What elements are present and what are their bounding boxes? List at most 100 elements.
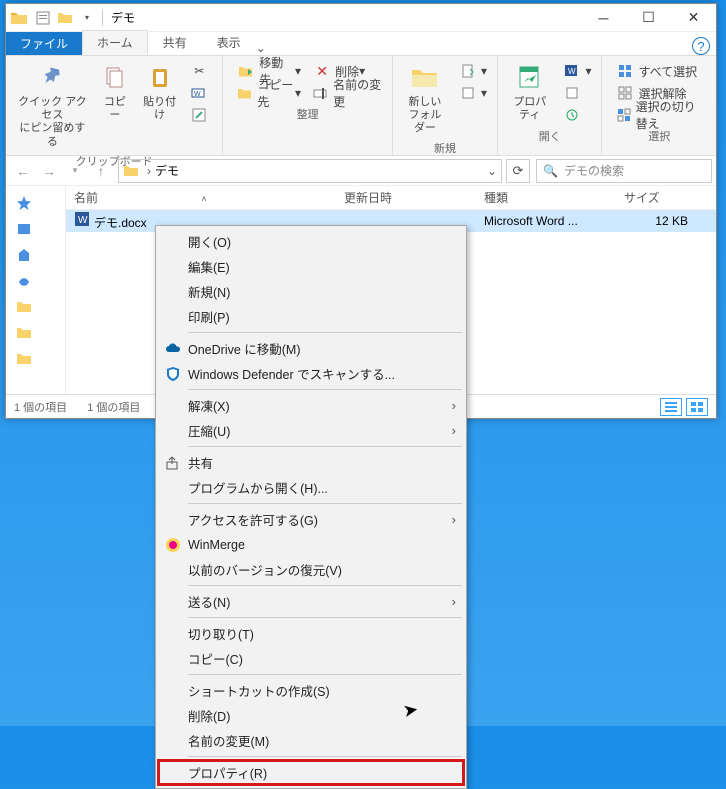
path-icon: W <box>190 85 208 101</box>
ribbon: クイック アクセス にピン留めする コピー 貼り付け ✂ W クリップボード <box>6 56 716 156</box>
defender-icon <box>164 365 182 383</box>
ctx-item-label: WinMerge <box>188 538 245 552</box>
sidebar-item-1[interactable] <box>6 216 65 242</box>
ctx-item-25[interactable]: 名前の変更(M) <box>158 728 464 753</box>
ctx-separator <box>188 585 462 586</box>
folder-icon <box>10 10 28 26</box>
history-button[interactable] <box>559 104 595 126</box>
sidebar-item-5[interactable] <box>6 320 65 346</box>
ctx-item-1[interactable]: 編集(E) <box>158 254 464 279</box>
ctx-item-23[interactable]: ショートカットの作成(S) <box>158 678 464 703</box>
open-button[interactable]: W▾ <box>559 60 595 82</box>
ctx-item-11[interactable]: 共有 <box>158 450 464 475</box>
tab-view[interactable]: 表示 <box>202 30 256 55</box>
invertselect-button[interactable]: 選択の切り替え <box>612 104 710 126</box>
ctx-item-18[interactable]: 送る(N)› <box>158 589 464 614</box>
addr-dropdown-icon[interactable]: ⌄ <box>487 164 497 178</box>
help-button[interactable]: ? <box>692 37 710 55</box>
easyaccess-button[interactable]: ▾ <box>455 82 491 104</box>
tab-home[interactable]: ホーム <box>82 30 148 55</box>
ctx-item-label: 名前の変更(M) <box>188 731 269 750</box>
window-title: デモ <box>111 9 135 26</box>
copyto-button[interactable]: コピー先 ▾ <box>233 82 305 104</box>
properties-button[interactable]: プロパティ <box>504 60 555 124</box>
copypath-button[interactable]: W <box>186 82 216 104</box>
ctx-item-label: Windows Defender でスキャンする... <box>188 364 395 383</box>
col-type[interactable]: 種類 <box>476 186 616 209</box>
ctx-separator <box>188 674 462 675</box>
ctx-item-label: 削除(D) <box>188 706 230 725</box>
qat-dropdown-icon[interactable]: ▾ <box>79 10 95 26</box>
edit-icon <box>563 85 581 101</box>
selectall-button[interactable]: すべて選択 <box>612 60 710 82</box>
selectnone-icon <box>616 85 634 101</box>
ctx-item-14[interactable]: アクセスを許可する(G)› <box>158 507 464 532</box>
chevron-right-icon[interactable]: › <box>147 164 151 178</box>
maximize-button[interactable]: ☐ <box>626 4 671 32</box>
pin-to-quickaccess-button[interactable]: クイック アクセス にピン留めする <box>12 60 93 151</box>
sidebar-item-3[interactable] <box>6 268 65 294</box>
qat-properties-icon[interactable] <box>35 10 51 26</box>
ctx-item-3[interactable]: 印刷(P) <box>158 304 464 329</box>
address-field[interactable]: › デモ ⌄ <box>118 159 502 183</box>
tab-share[interactable]: 共有 <box>148 30 202 55</box>
copy-button[interactable]: コピー <box>93 60 137 124</box>
ctx-item-2[interactable]: 新規(N) <box>158 279 464 304</box>
newfolder-label: 新しい フォルダー <box>405 96 445 136</box>
col-size[interactable]: サイズ <box>616 186 696 209</box>
sidebar-item-2[interactable] <box>6 242 65 268</box>
ctx-item-27[interactable]: プロパティ(R) <box>158 760 464 785</box>
nav-up-button[interactable]: ↑ <box>88 158 114 184</box>
ctx-item-label: 切り取り(T) <box>188 624 254 643</box>
rename-button[interactable]: 名前の変更 <box>309 82 386 104</box>
chevron-right-icon: › <box>452 398 456 413</box>
ctx-item-label: 開く(O) <box>188 232 231 251</box>
tab-file[interactable]: ファイル <box>6 32 82 55</box>
view-details-button[interactable] <box>660 398 682 416</box>
pasteshortcut-button[interactable] <box>186 104 216 126</box>
ctx-item-20[interactable]: 切り取り(T) <box>158 621 464 646</box>
ctx-item-16[interactable]: 以前のバージョンの復元(V) <box>158 557 464 582</box>
folder-small-icon[interactable] <box>57 10 73 26</box>
col-name[interactable]: 名前 ˄ <box>66 186 336 209</box>
ctx-item-21[interactable]: コピー(C) <box>158 646 464 671</box>
nav-sidebar <box>6 186 66 394</box>
ctx-item-label: 共有 <box>188 453 213 472</box>
nav-back-button[interactable]: ← <box>10 158 36 184</box>
addr-folder-icon <box>123 163 141 179</box>
nav-recent-button[interactable]: ▾ <box>62 158 88 184</box>
ribbon-group-organize: 移動先 ▾ コピー先 ▾ ✕削除 ▾ 名前の変更 整理 <box>223 56 393 155</box>
open-group-label: 開く <box>539 128 561 144</box>
search-field[interactable]: 🔍 デモの検索 <box>536 159 712 183</box>
nav-forward-button[interactable]: → <box>36 158 62 184</box>
ctx-separator <box>188 389 462 390</box>
ctx-item-5[interactable]: OneDrive に移動(M) <box>158 336 464 361</box>
ctx-item-9[interactable]: 圧縮(U)› <box>158 418 464 443</box>
newfolder-button[interactable]: 新しい フォルダー <box>399 60 451 138</box>
search-placeholder: デモの検索 <box>564 162 624 179</box>
minimize-button[interactable]: ─ <box>581 4 626 32</box>
properties-label: プロパティ <box>510 96 549 122</box>
newitem-button[interactable]: ▾ <box>455 60 491 82</box>
col-modified[interactable]: 更新日時 <box>336 186 476 209</box>
titlebar-separator <box>102 10 103 26</box>
easyaccess-icon <box>459 85 477 101</box>
close-button[interactable]: ✕ <box>671 4 716 32</box>
select-group-label: 選択 <box>648 128 670 144</box>
view-icons-button[interactable] <box>686 398 708 416</box>
sidebar-item-4[interactable] <box>6 294 65 320</box>
paste-button[interactable]: 貼り付け <box>137 60 182 124</box>
history-icon <box>563 107 581 123</box>
ribbon-collapse-icon[interactable]: ⌄ <box>256 41 266 55</box>
search-icon: 🔍 <box>543 164 558 178</box>
sidebar-item-6[interactable] <box>6 346 65 372</box>
ctx-item-6[interactable]: Windows Defender でスキャンする... <box>158 361 464 386</box>
ctx-item-15[interactable]: WinMerge <box>158 532 464 557</box>
ctx-item-12[interactable]: プログラムから開く(H)... <box>158 475 464 500</box>
edit-button[interactable] <box>559 82 595 104</box>
sidebar-quick[interactable] <box>6 190 65 216</box>
refresh-button[interactable]: ⟳ <box>506 159 530 183</box>
ctx-item-8[interactable]: 解凍(X)› <box>158 393 464 418</box>
cut-button[interactable]: ✂ <box>186 60 216 82</box>
ctx-item-0[interactable]: 開く(O) <box>158 229 464 254</box>
